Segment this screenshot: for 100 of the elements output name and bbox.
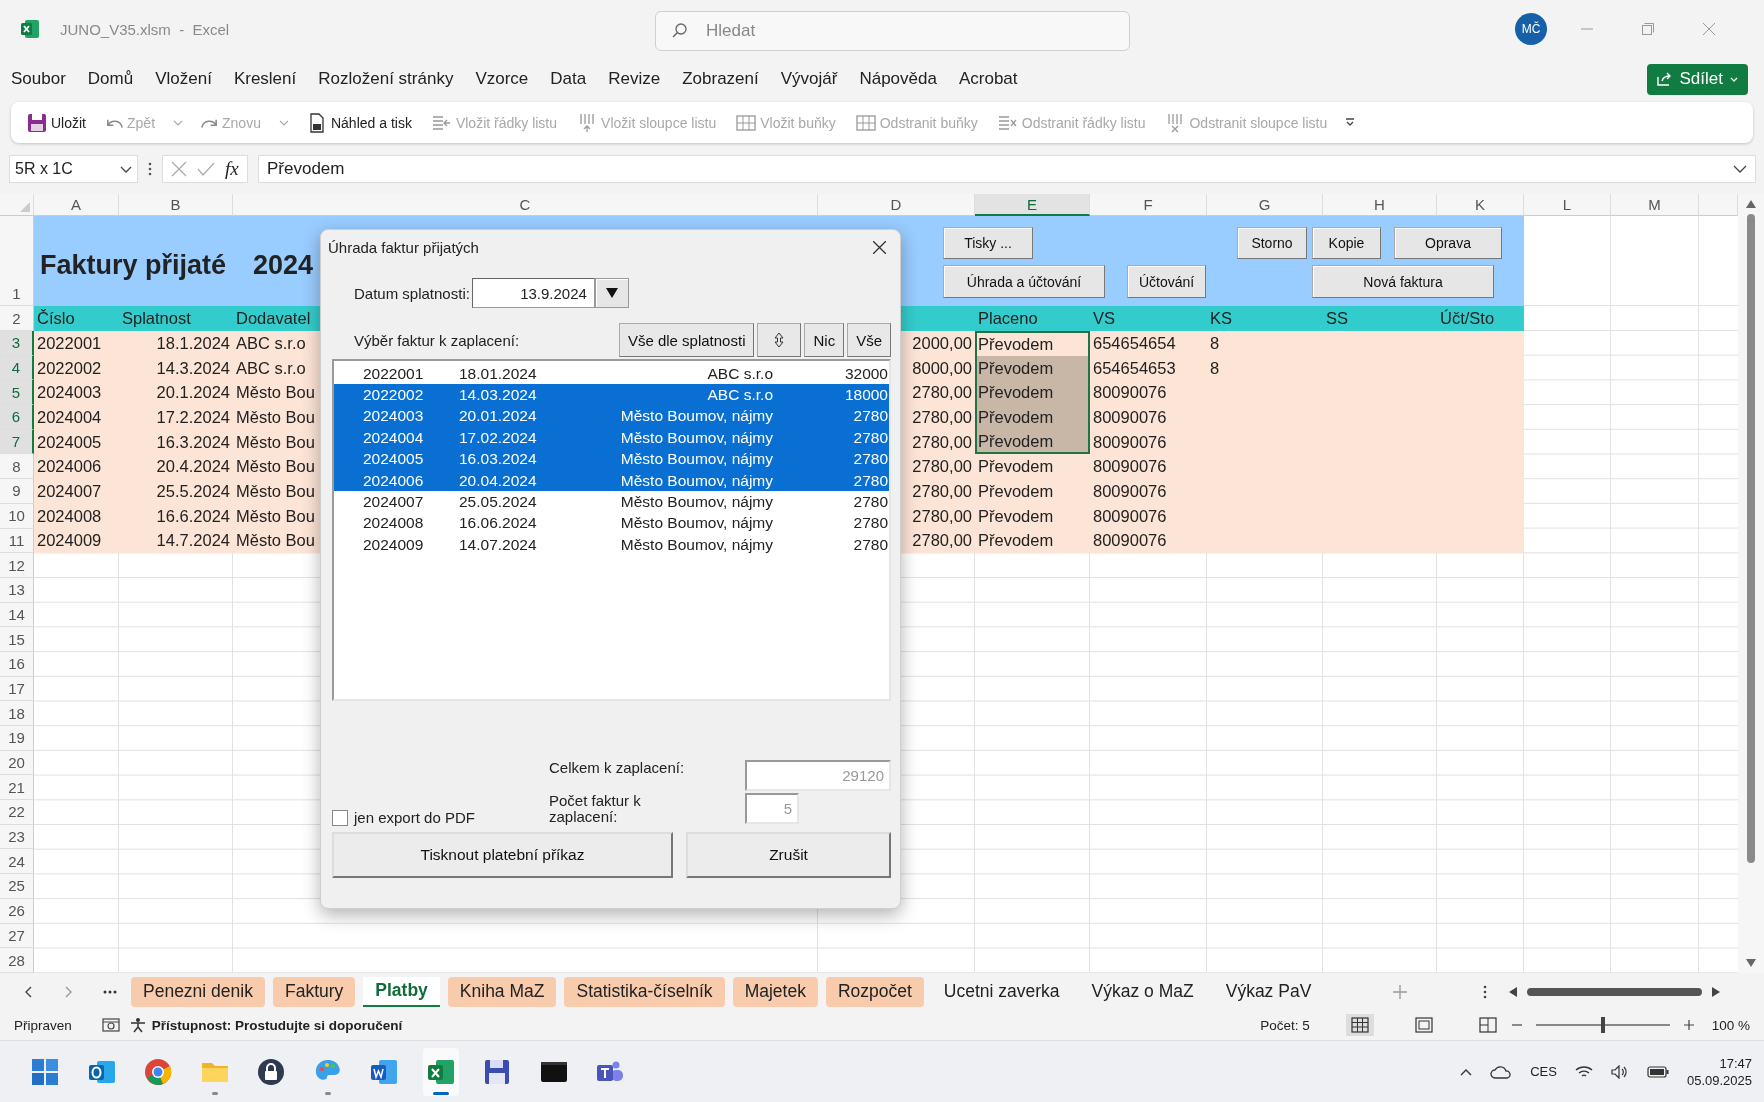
- macro-record-icon[interactable]: [101, 1017, 120, 1033]
- column-header[interactable]: C: [233, 194, 818, 216]
- row-header[interactable]: 27: [0, 923, 34, 949]
- row-header[interactable]: 4: [0, 355, 34, 381]
- sort-button[interactable]: [757, 323, 802, 357]
- row-header[interactable]: 3: [0, 331, 34, 356]
- row-header[interactable]: 9: [0, 479, 34, 504]
- row-header[interactable]: 5: [0, 380, 34, 406]
- browser-icon[interactable]: [143, 1056, 173, 1087]
- row-header[interactable]: 1: [0, 216, 34, 306]
- table-cell[interactable]: Převodem: [975, 380, 1090, 406]
- formula-field[interactable]: Převodem: [258, 155, 1756, 183]
- column-header[interactable]: K: [1437, 194, 1524, 216]
- more-icon[interactable]: [1483, 984, 1488, 999]
- sheet-tab[interactable]: Statistika-číselník: [564, 976, 725, 1007]
- insert-function-button[interactable]: fx: [225, 158, 239, 180]
- chevron-left-icon[interactable]: [24, 985, 32, 998]
- sheet-button[interactable]: Kopie: [1312, 227, 1381, 259]
- close-icon[interactable]: [873, 240, 886, 254]
- column-header[interactable]: H: [1323, 194, 1437, 216]
- list-item[interactable]: 2024008 16.06.2024 Město Boumov, nájmy 2780: [334, 512, 889, 535]
- row-header[interactable]: 15: [0, 627, 34, 652]
- column-header[interactable]: F: [1090, 194, 1207, 216]
- menu-item[interactable]: Rozložení stránky: [318, 69, 454, 89]
- lock-icon[interactable]: [256, 1056, 286, 1087]
- checkbox[interactable]: [332, 809, 348, 826]
- scroll-up-icon[interactable]: [1746, 200, 1756, 208]
- table-cell[interactable]: Převodem: [975, 405, 1090, 430]
- scroll-right-icon[interactable]: [1712, 986, 1721, 997]
- print-button[interactable]: Tisknout platební příkaz: [332, 832, 673, 878]
- sheet-button[interactable]: Úhrada a účtování: [943, 265, 1105, 298]
- menu-item[interactable]: Vložení: [155, 69, 212, 89]
- menu-item[interactable]: Vývojář: [780, 69, 838, 89]
- list-item[interactable]: 2022002 14.03.2024 ABC s.r.o 18000: [334, 384, 889, 406]
- menu-item[interactable]: Soubor: [11, 69, 66, 89]
- share-button[interactable]: Sdílet: [1646, 63, 1748, 95]
- zoom-in-icon[interactable]: [1683, 1020, 1694, 1030]
- row-header[interactable]: 24: [0, 849, 34, 875]
- row-header[interactable]: 28: [0, 948, 34, 973]
- sheet-tab[interactable]: Penezni denik: [131, 976, 265, 1007]
- sheet-button[interactable]: Oprava: [1394, 227, 1502, 259]
- sheet-tab[interactable]: Faktury: [272, 976, 356, 1007]
- search-field[interactable]: Hledat: [655, 11, 1130, 51]
- menu-item[interactable]: Zobrazení: [682, 69, 759, 89]
- row-header[interactable]: 12: [0, 553, 34, 578]
- table-cell[interactable]: Převodem: [975, 454, 1090, 480]
- column-header[interactable]: D: [818, 194, 975, 216]
- select-button[interactable]: Vše dle splatnosti: [618, 323, 755, 357]
- menu-item[interactable]: Domů: [87, 69, 134, 89]
- check-icon[interactable]: [197, 162, 215, 176]
- date-field[interactable]: 13.9.2024: [471, 278, 595, 308]
- menu-item[interactable]: Nápověda: [859, 69, 937, 89]
- row-header[interactable]: 11: [0, 528, 34, 554]
- sheet-button[interactable]: Tisky ...: [943, 227, 1033, 259]
- column-header[interactable]: G: [1207, 194, 1323, 216]
- row-header[interactable]: 26: [0, 898, 34, 924]
- row-header[interactable]: 7: [0, 429, 34, 455]
- column-header[interactable]: M: [1611, 194, 1699, 216]
- more-icon[interactable]: [103, 989, 117, 994]
- sheet-button[interactable]: Účtování: [1127, 265, 1206, 298]
- more-icon[interactable]: [148, 162, 152, 176]
- list-item[interactable]: 2024004 17.02.2024 Město Boumov, nájmy 2780: [334, 427, 889, 449]
- menu-item[interactable]: Data: [550, 69, 587, 89]
- select-button[interactable]: Vše: [847, 323, 891, 357]
- start-icon[interactable]: [30, 1056, 60, 1087]
- row-header[interactable]: 22: [0, 800, 34, 825]
- horizontal-scrollbar[interactable]: [1509, 986, 1721, 997]
- list-item[interactable]: 2022001 18.01.2024 ABC s.r.o 32000: [334, 363, 889, 385]
- select-button[interactable]: Nic: [804, 323, 845, 357]
- cancel-button[interactable]: Zrušit: [686, 832, 891, 878]
- grid-view-icon[interactable]: [1345, 1014, 1374, 1036]
- list-item[interactable]: 2024005 16.03.2024 Město Boumov, nájmy 2780: [334, 448, 889, 470]
- table-cell[interactable]: Převodem: [975, 355, 1090, 381]
- list-item[interactable]: 2024003 20.01.2024 Město Boumov, nájmy 2780: [334, 405, 889, 428]
- chevron-right-icon[interactable]: [65, 985, 73, 998]
- list-item[interactable]: 2024007 25.05.2024 Město Boumov, nájmy 2780: [334, 491, 889, 513]
- clock-date[interactable]: 05.09.2025: [1686, 1072, 1752, 1088]
- menu-item[interactable]: Revize: [608, 69, 661, 89]
- column-header[interactable]: L: [1524, 194, 1611, 216]
- column-header[interactable]: B: [119, 194, 233, 216]
- caret-icon[interactable]: [1345, 117, 1356, 128]
- row-header[interactable]: 8: [0, 454, 34, 480]
- list-item[interactable]: 2024009 14.07.2024 Město Boumov, nájmy 2780: [334, 534, 889, 556]
- row-header[interactable]: 14: [0, 602, 34, 628]
- language-indicator[interactable]: CES: [1530, 1064, 1557, 1079]
- table-cell[interactable]: Převodem: [975, 503, 1090, 529]
- row-header[interactable]: 13: [0, 577, 34, 603]
- toolbar-button[interactable]: Uložit: [19, 112, 94, 133]
- table-cell[interactable]: Převodem: [975, 528, 1090, 554]
- menu-item[interactable]: Kreslení: [233, 69, 297, 89]
- wifi-icon[interactable]: [1574, 1064, 1593, 1079]
- sheet-tab[interactable]: Kniha MaZ: [447, 976, 557, 1007]
- accessibility-link[interactable]: Přístupnost: Prostudujte si doporučení: [151, 1017, 403, 1033]
- accessibility-icon[interactable]: [129, 1017, 146, 1033]
- menu-item[interactable]: Vzorce: [475, 69, 529, 89]
- row-header[interactable]: 19: [0, 726, 34, 751]
- battery-icon[interactable]: [1646, 1065, 1669, 1078]
- row-header[interactable]: 17: [0, 676, 34, 702]
- expand-icon[interactable]: [1733, 165, 1747, 173]
- restore-icon[interactable]: [1642, 23, 1654, 35]
